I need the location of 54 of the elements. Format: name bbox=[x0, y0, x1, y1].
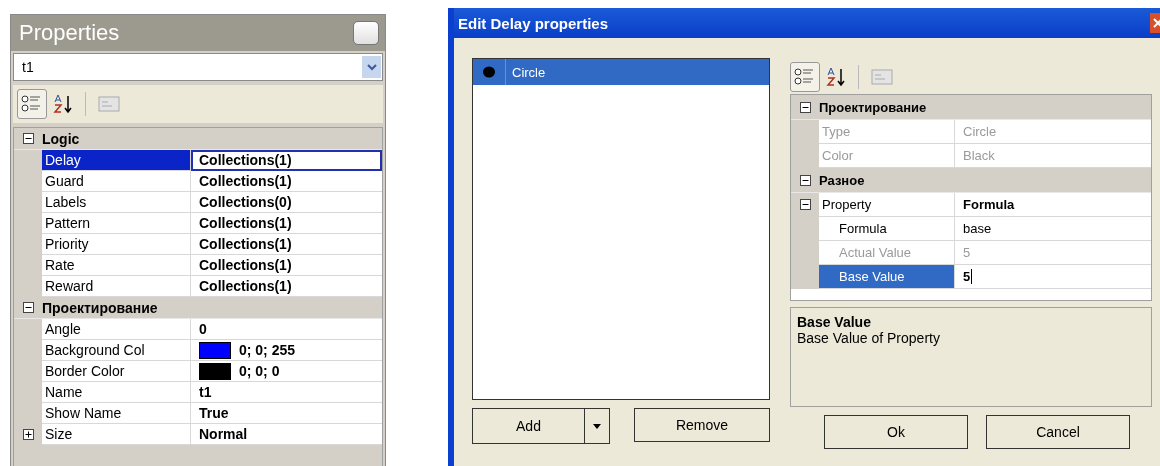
property-name[interactable]: Show Name bbox=[42, 403, 191, 424]
property-value[interactable]: Collections(1) bbox=[191, 150, 382, 171]
property-name[interactable]: Priority bbox=[42, 234, 191, 255]
category-header: Logic bbox=[42, 130, 80, 147]
property-value[interactable]: 5 bbox=[955, 265, 1151, 289]
property-name[interactable]: Border Color bbox=[42, 361, 191, 382]
property-value[interactable]: Normal bbox=[191, 424, 382, 445]
property-value[interactable]: Collections(1) bbox=[191, 234, 382, 255]
list-item[interactable]: Circle bbox=[473, 59, 769, 85]
property-value[interactable]: Collections(1) bbox=[191, 276, 382, 297]
property-name[interactable]: Base Value bbox=[819, 265, 955, 289]
property-name[interactable]: Labels bbox=[42, 192, 191, 213]
property-name[interactable]: Rate bbox=[42, 255, 191, 276]
description-title: Base Value bbox=[797, 314, 872, 330]
property-value[interactable]: base bbox=[955, 217, 1151, 241]
property-name[interactable]: Angle bbox=[42, 319, 191, 340]
window-title: Edit Delay properties bbox=[458, 14, 609, 32]
description-text: Base Value of Property bbox=[797, 330, 941, 346]
dialog-button[interactable]: Cancel bbox=[986, 415, 1130, 449]
categorized-icon[interactable] bbox=[17, 89, 47, 119]
collapse-icon[interactable] bbox=[799, 197, 811, 213]
property-name[interactable]: Background Col bbox=[42, 340, 191, 361]
object-selector[interactable]: t1 bbox=[13, 53, 383, 81]
property-value[interactable]: 0; 0; 255 bbox=[191, 340, 382, 361]
property-value[interactable]: 0 bbox=[191, 319, 382, 340]
close-icon[interactable] bbox=[1150, 13, 1160, 33]
property-value[interactable]: 0; 0; 0 bbox=[191, 361, 382, 382]
property-name[interactable]: Pattern bbox=[42, 213, 191, 234]
property-value[interactable]: Collections(0) bbox=[191, 192, 382, 213]
add-split-button[interactable]: Add bbox=[472, 408, 610, 444]
property-value[interactable]: Collections(1) bbox=[191, 171, 382, 192]
categorized-icon[interactable] bbox=[790, 62, 820, 92]
property-name[interactable]: Reward bbox=[42, 276, 191, 297]
property-value[interactable]: True bbox=[191, 403, 382, 424]
property-name[interactable]: Size bbox=[42, 424, 191, 445]
property-name[interactable]: Guard bbox=[42, 171, 191, 192]
panel-title: Properties bbox=[19, 20, 120, 46]
dialog-button[interactable]: Ok bbox=[824, 415, 968, 449]
pin-button[interactable] bbox=[353, 21, 379, 45]
property-value[interactable]: Collections(1) bbox=[191, 213, 382, 234]
dialog-button[interactable]: Remove bbox=[634, 408, 770, 442]
property-name[interactable]: Formula bbox=[819, 217, 955, 241]
category-header: Проектирование bbox=[819, 99, 927, 115]
property-name[interactable]: Name bbox=[42, 382, 191, 403]
circle-icon bbox=[482, 66, 496, 78]
property-name[interactable]: Delay bbox=[42, 150, 191, 171]
property-value[interactable]: Formula bbox=[955, 193, 1151, 217]
expand-icon[interactable] bbox=[22, 426, 34, 443]
dropdown-icon[interactable] bbox=[362, 56, 381, 78]
property-value[interactable]: Collections(1) bbox=[191, 255, 382, 276]
property-value[interactable]: t1 bbox=[191, 382, 382, 403]
category-header: Проектирование bbox=[42, 299, 158, 316]
category-header: Разное bbox=[819, 172, 865, 188]
property-name[interactable]: Property bbox=[819, 193, 955, 217]
